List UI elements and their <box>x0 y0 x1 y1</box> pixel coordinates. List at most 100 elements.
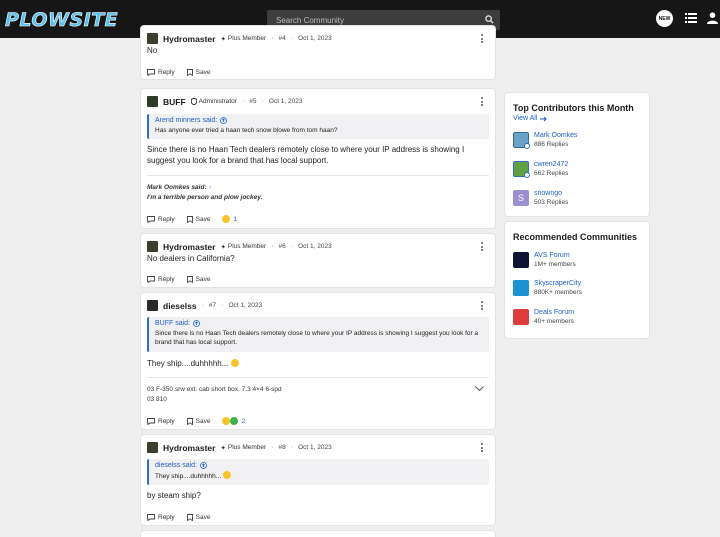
reactions[interactable]: 1 <box>222 215 237 223</box>
quote-text: Since there is no Haan Tech dealers remo… <box>155 330 479 346</box>
post-date: Oct 1, 2023 <box>228 302 263 309</box>
bookmark-icon <box>186 68 193 76</box>
avatar[interactable] <box>147 300 158 311</box>
post-actions: Reply Save <box>147 512 210 522</box>
reply-button[interactable]: Reply <box>147 514 175 521</box>
reply-button[interactable]: Reply <box>147 69 175 76</box>
post-body: Since there is no Haan Tech dealers remo… <box>147 145 465 165</box>
community-item[interactable]: SkyscraperCity 880K+ members <box>513 279 582 297</box>
username[interactable]: Hydromaster <box>163 34 215 44</box>
more-options-icon[interactable] <box>481 242 484 251</box>
more-options-icon[interactable] <box>481 443 484 452</box>
plus-icon: ✦ <box>220 35 226 43</box>
bookmark-icon <box>186 513 193 521</box>
username[interactable]: dieselss <box>163 301 197 311</box>
check-emoji-icon <box>230 417 239 425</box>
site-logo[interactable]: PLOWSITE <box>5 9 118 32</box>
quote-author-link[interactable]: dieselss said: <box>155 462 197 469</box>
reply-button[interactable]: Reply <box>147 418 175 425</box>
community-item[interactable]: Deals Forum 40+ members <box>513 308 574 326</box>
list-icon[interactable] <box>685 12 697 24</box>
quote-author-link[interactable]: BUFF said: <box>155 320 190 327</box>
card-title: Top Contributors this Month <box>513 103 634 113</box>
reactions[interactable]: 2 <box>222 417 245 425</box>
post-number[interactable]: #6 <box>279 243 286 250</box>
avatar[interactable] <box>147 442 158 453</box>
signature-line: 03 810 <box>147 396 167 403</box>
avatar[interactable]: S <box>513 190 529 206</box>
more-options-icon[interactable] <box>481 97 484 106</box>
skyscrapercity-logo[interactable] <box>513 280 529 296</box>
contributor-replies: 503 Replies <box>534 199 569 206</box>
arrow-up-icon[interactable]: ↑ <box>208 184 211 191</box>
avatar[interactable] <box>147 96 158 107</box>
post-number[interactable]: #8 <box>279 444 286 451</box>
post-number[interactable]: #4 <box>279 35 286 42</box>
signature-divider <box>147 377 489 378</box>
post-actions: Reply Save <box>147 67 210 77</box>
save-button[interactable]: Save <box>186 513 210 521</box>
contributor-item[interactable]: Mark Oomkes 886 Replies <box>513 131 578 149</box>
user-icon[interactable] <box>707 12 718 24</box>
signature-divider <box>147 175 489 176</box>
save-button[interactable]: Save <box>186 215 210 223</box>
post-date: Oct 1, 2023 <box>298 35 332 42</box>
signature-author: Mark Oomkes said: ↑ <box>147 184 212 191</box>
laugh-emoji-icon <box>222 417 231 425</box>
quote-author-link[interactable]: Arend minners said: <box>155 117 217 124</box>
bookmark-icon <box>186 417 193 425</box>
username[interactable]: BUFF <box>163 97 186 107</box>
post-4: Hydromaster ✦ Plus Member · #4 · Oct 1, 2… <box>141 26 495 79</box>
shield-icon <box>190 98 197 105</box>
post-date: Oct 1, 2023 <box>298 243 332 250</box>
bookmark-icon <box>186 215 193 223</box>
online-indicator <box>524 143 530 149</box>
avatar[interactable] <box>513 132 530 149</box>
community-name[interactable]: AVS Forum <box>534 251 576 260</box>
post-actions: Reply Save 1 <box>147 214 237 224</box>
new-posts-button[interactable]: NEW <box>656 10 673 27</box>
community-name[interactable]: Deals Forum <box>534 308 574 317</box>
reply-button[interactable]: Reply <box>147 276 175 283</box>
save-button[interactable]: Save <box>186 275 210 283</box>
community-name[interactable]: SkyscraperCity <box>534 279 582 288</box>
avatar[interactable] <box>147 241 158 252</box>
username[interactable]: Hydromaster <box>163 443 215 453</box>
contributor-item[interactable]: cwren2472 662 Replies <box>513 160 568 178</box>
post-number[interactable]: #7 <box>209 302 216 309</box>
chevron-down-icon[interactable] <box>475 386 484 392</box>
top-contributors-card: Top Contributors this Month View All Mar… <box>505 93 649 216</box>
arrow-up-circle-icon[interactable] <box>200 462 207 469</box>
deals-forum-logo[interactable] <box>513 309 529 325</box>
more-options-icon[interactable] <box>481 34 484 43</box>
online-indicator <box>524 172 530 178</box>
bookmark-icon <box>186 275 193 283</box>
contributor-name[interactable]: Mark Oomkes <box>534 131 578 140</box>
post-body: They ship....duhhhhh... <box>147 358 491 369</box>
post-header: dieselss · #7 · Oct 1, 2023 <box>147 300 262 311</box>
post-9 <box>141 531 495 537</box>
search-icon[interactable] <box>485 15 494 24</box>
avatar[interactable] <box>147 33 158 44</box>
post-number[interactable]: #5 <box>249 98 256 105</box>
arrow-up-circle-icon[interactable] <box>220 117 228 124</box>
view-all-link[interactable]: View All <box>513 115 548 122</box>
contributor-name[interactable]: snowngo <box>534 189 568 198</box>
reply-button[interactable]: Reply <box>147 216 175 223</box>
post-header: Hydromaster ✦ Plus Member · #6 · Oct 1, 2… <box>147 241 332 252</box>
role-badge: Administrator <box>190 98 237 105</box>
save-button[interactable]: Save <box>186 417 210 425</box>
avatar[interactable] <box>513 161 530 178</box>
arrow-up-circle-icon[interactable] <box>193 320 200 327</box>
contributor-name[interactable]: cwren2472 <box>534 160 568 169</box>
save-button[interactable]: Save <box>186 68 210 76</box>
community-members: 880K+ members <box>534 289 582 296</box>
role-badge: ✦ Plus Member <box>220 243 267 251</box>
community-members: 40+ members <box>534 318 574 325</box>
signature-text: I'm a terrible person and plow jockey. <box>147 194 263 201</box>
more-options-icon[interactable] <box>481 301 484 310</box>
contributor-item[interactable]: S snowngo 503 Replies <box>513 189 568 207</box>
username[interactable]: Hydromaster <box>163 242 215 252</box>
avs-forum-logo[interactable] <box>513 252 529 268</box>
community-item[interactable]: AVS Forum 1M+ members <box>513 251 576 269</box>
